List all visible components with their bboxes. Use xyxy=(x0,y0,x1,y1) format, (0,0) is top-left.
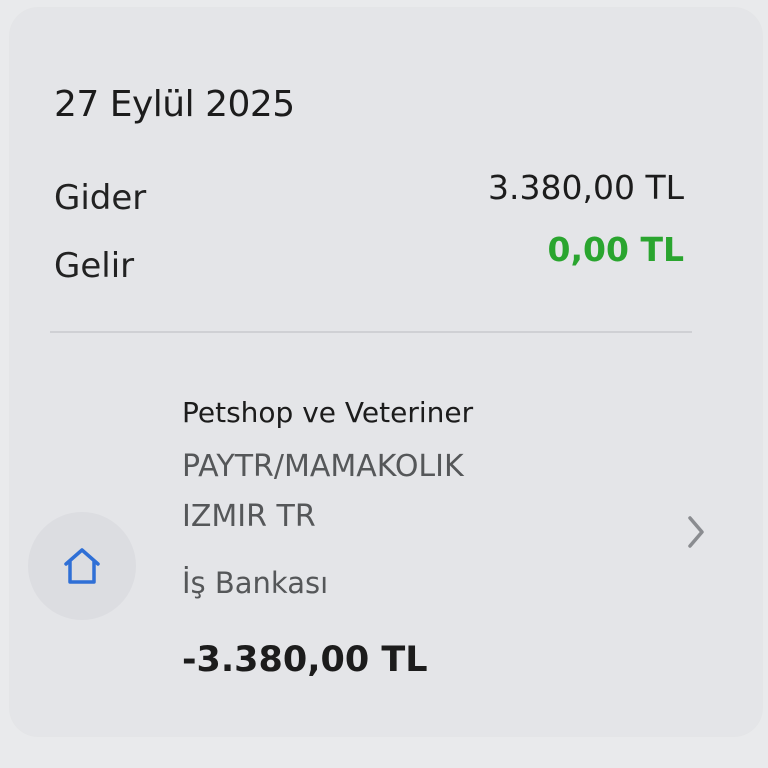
date-heading: 27 Eylül 2025 xyxy=(54,84,295,125)
income-value: 0,00 TL xyxy=(547,230,684,269)
transaction-description-line2: IZMIR TR xyxy=(182,499,316,534)
transaction-amount: -3.380,00 TL xyxy=(182,640,428,680)
transaction-bank: İş Bankası xyxy=(182,566,329,600)
transaction-description: PAYTR/MAMAKOLIK IZMIR TR xyxy=(182,442,602,542)
income-label: Gelir xyxy=(54,246,135,286)
transaction-row[interactable]: Petshop ve Veteriner PAYTR/MAMAKOLIK IZM… xyxy=(10,388,762,708)
transaction-category: Petshop ve Veteriner xyxy=(182,396,474,429)
transaction-description-line1: PAYTR/MAMAKOLIK xyxy=(182,449,464,484)
chevron-right-icon[interactable] xyxy=(676,512,716,552)
home-icon xyxy=(64,548,100,584)
expense-label: Gider xyxy=(54,178,147,218)
daily-summary-card: 27 Eylül 2025 Gider 3.380,00 TL Gelir 0,… xyxy=(10,8,762,736)
category-icon-badge xyxy=(28,512,136,620)
divider xyxy=(50,331,692,333)
expense-value: 3.380,00 TL xyxy=(488,168,684,207)
